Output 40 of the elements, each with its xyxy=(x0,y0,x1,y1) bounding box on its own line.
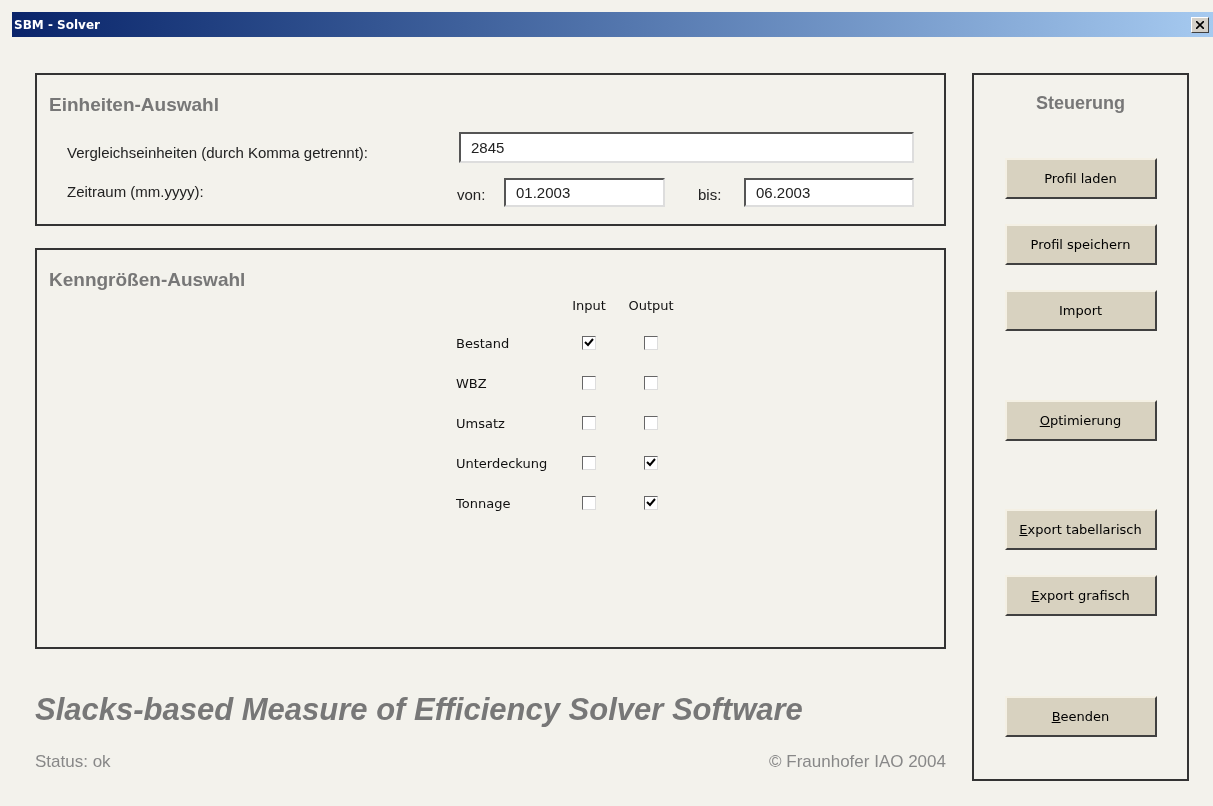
column-header: Output xyxy=(627,296,675,315)
checkbox[interactable] xyxy=(582,455,596,470)
app-title: Slacks-based Measure of Efficiency Solver Software xyxy=(35,691,804,729)
section-heading: Einheiten-Auswahl xyxy=(49,93,220,117)
window-title: SBM - Solver xyxy=(14,16,100,34)
action-button[interactable]: Optimierung xyxy=(1004,400,1157,441)
checkbox[interactable] xyxy=(644,495,658,510)
field-label: von: xyxy=(457,185,487,206)
close-icon xyxy=(1196,20,1204,29)
status-text: Status: ok xyxy=(35,750,111,773)
section-heading: Steuerung xyxy=(1036,92,1125,115)
field-label: Zeitraum (mm.yyyy): xyxy=(67,182,205,203)
close-button[interactable] xyxy=(1191,16,1209,33)
copyright-text: © Fraunhofer IAO 2004 xyxy=(769,750,946,773)
action-button[interactable]: Export grafisch xyxy=(1004,575,1157,616)
action-button[interactable]: Import xyxy=(1004,290,1157,331)
action-button[interactable]: Profil speichern xyxy=(1004,224,1157,265)
checkbox[interactable] xyxy=(582,375,596,390)
checkbox[interactable] xyxy=(644,335,658,350)
section-heading: Kenngrößen-Auswahl xyxy=(49,268,247,292)
column-header: Input xyxy=(571,296,607,315)
checkbox[interactable] xyxy=(582,415,596,430)
row-label: Bestand xyxy=(456,334,511,353)
row-label: Tonnage xyxy=(456,494,512,513)
row-label: Unterdeckung xyxy=(456,454,549,473)
checkbox[interactable] xyxy=(582,335,596,350)
checkbox[interactable] xyxy=(644,375,658,390)
field-label: Vergleichseinheiten (durch Komma getrennt): xyxy=(67,142,369,163)
input-field[interactable]: 01.2003 xyxy=(504,178,665,207)
field-label: bis: xyxy=(698,185,723,206)
row-label: Umsatz xyxy=(456,414,506,433)
input-field[interactable]: 06.2003 xyxy=(744,178,914,207)
checkbox[interactable] xyxy=(644,455,658,470)
row-label: WBZ xyxy=(456,374,488,393)
action-button[interactable]: Export tabellarisch xyxy=(1004,509,1157,550)
action-button[interactable]: Beenden xyxy=(1004,696,1157,737)
action-button[interactable]: Profil laden xyxy=(1004,158,1157,199)
checkbox[interactable] xyxy=(644,415,658,430)
input-field[interactable]: 2845 xyxy=(459,132,914,164)
checkbox[interactable] xyxy=(582,495,596,510)
